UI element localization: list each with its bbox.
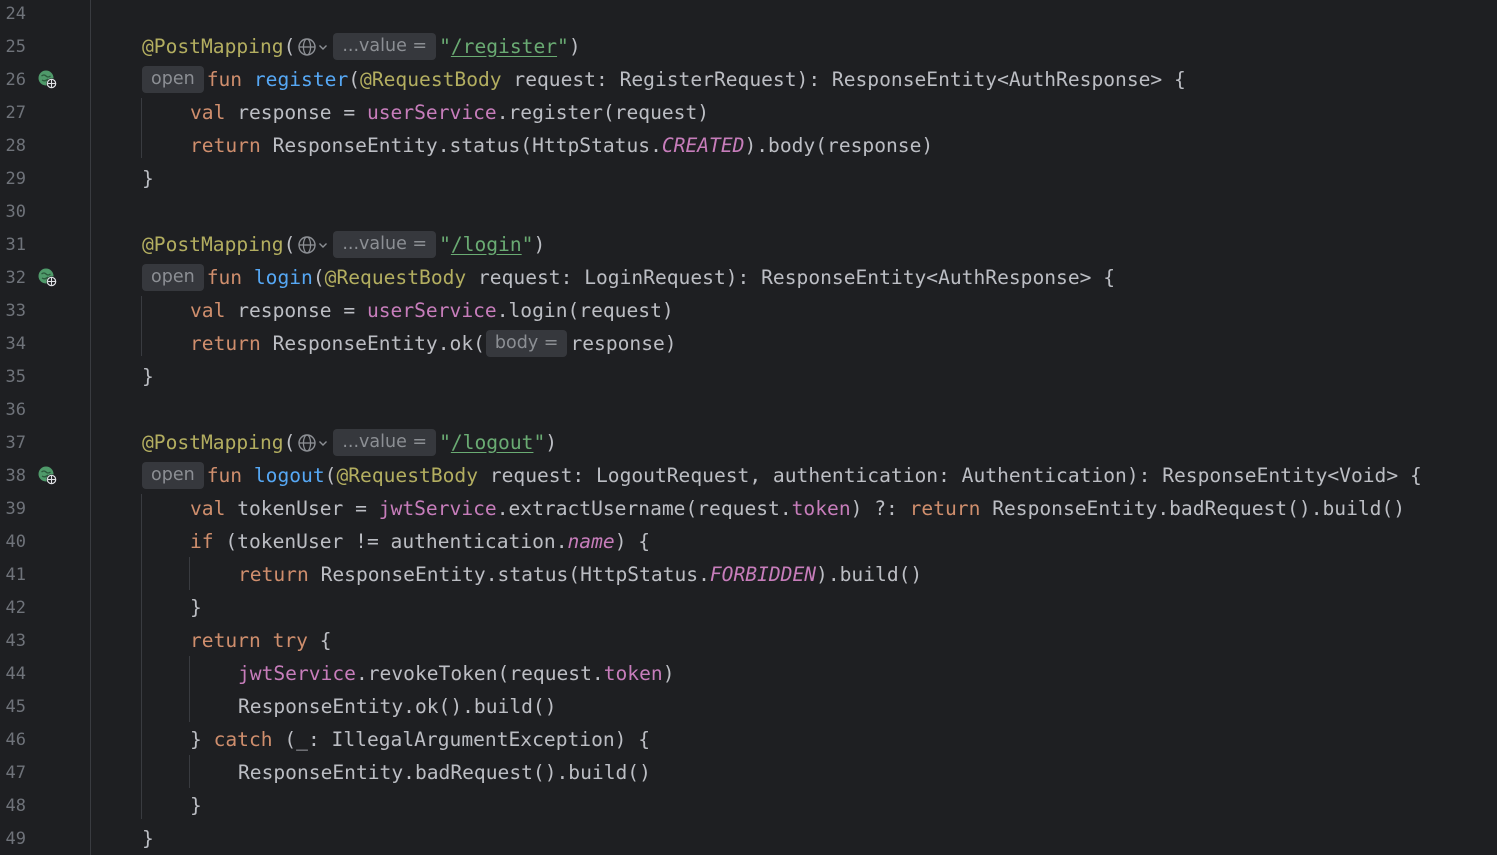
code-line[interactable]: 28 return ResponseEntity.status(HttpStat… bbox=[0, 129, 1497, 162]
endpoint-globe-icon[interactable] bbox=[36, 464, 58, 486]
code-line[interactable]: 41 return ResponseEntity.status(HttpStat… bbox=[0, 558, 1497, 591]
code-editor[interactable]: 24 25 @PostMapping(...value = "/register "… bbox=[0, 0, 1497, 855]
line-number: 49 bbox=[5, 828, 26, 849]
code-line[interactable]: 37 @PostMapping(...value = "/logout ") bbox=[0, 426, 1497, 459]
line-number: 32 bbox=[5, 267, 26, 288]
line-number: 26 bbox=[5, 69, 26, 90]
line-number: 28 bbox=[5, 135, 26, 156]
code-line[interactable]: 39 val tokenUser = jwtService .extractUse… bbox=[0, 492, 1497, 525]
code-line[interactable]: 47 ResponseEntity.badRequest().build() bbox=[0, 756, 1497, 789]
code-line[interactable]: 46 } catch (_: IllegalArgumentException)… bbox=[0, 723, 1497, 756]
line-number: 34 bbox=[5, 333, 26, 354]
line-number: 48 bbox=[5, 795, 26, 816]
line-number: 36 bbox=[5, 399, 26, 420]
line-number: 42 bbox=[5, 597, 26, 618]
line-number: 31 bbox=[5, 234, 26, 255]
code-line[interactable]: 30 bbox=[0, 195, 1497, 228]
modifier-hint: open bbox=[142, 66, 204, 93]
line-number: 38 bbox=[5, 465, 26, 486]
modifier-hint: open bbox=[142, 264, 204, 291]
string-quote: " bbox=[439, 35, 451, 58]
line-number: 35 bbox=[5, 366, 26, 387]
line-number: 46 bbox=[5, 729, 26, 750]
param-hint: ...value = bbox=[333, 33, 437, 60]
code-line[interactable]: 43 return try { bbox=[0, 624, 1497, 657]
function-name: logout bbox=[253, 464, 325, 487]
code-line[interactable]: 34 return ResponseEntity.ok(body = respon… bbox=[0, 327, 1497, 360]
line-number: 43 bbox=[5, 630, 26, 651]
code-line[interactable]: 26 open fun register(@RequestBody request… bbox=[0, 63, 1497, 96]
code-line[interactable]: 24 bbox=[0, 0, 1497, 30]
code-line[interactable]: 31 @PostMapping(...value = "/login ") bbox=[0, 228, 1497, 261]
code-line[interactable]: 29 } bbox=[0, 162, 1497, 195]
code-line[interactable]: 35 } bbox=[0, 360, 1497, 393]
line-number: 33 bbox=[5, 300, 26, 321]
code-line[interactable]: 45 ResponseEntity.ok().build() bbox=[0, 690, 1497, 723]
code-line[interactable]: 44 jwtService .revokeToken(request. token) bbox=[0, 657, 1497, 690]
line-number: 29 bbox=[5, 168, 26, 189]
function-name: login bbox=[253, 266, 313, 289]
code-line[interactable]: 49 } bbox=[0, 822, 1497, 855]
endpoint-globe-icon[interactable] bbox=[36, 68, 58, 90]
url-path-link[interactable]: /register bbox=[451, 35, 557, 58]
code-line[interactable]: 27 val response = userService .register(r… bbox=[0, 96, 1497, 129]
code-line[interactable]: 40 if (tokenUser != authentication. name)… bbox=[0, 525, 1497, 558]
code-line[interactable]: 48 } bbox=[0, 789, 1497, 822]
line-number: 25 bbox=[5, 36, 26, 57]
line-number: 40 bbox=[5, 531, 26, 552]
line-number: 37 bbox=[5, 432, 26, 453]
param-hint: ...value = bbox=[333, 231, 437, 258]
line-number: 47 bbox=[5, 762, 26, 783]
annotation: @PostMapping bbox=[142, 233, 284, 256]
url-path-link[interactable]: /login bbox=[451, 233, 522, 256]
code-line[interactable]: 42 } bbox=[0, 591, 1497, 624]
line-number: 39 bbox=[5, 498, 26, 519]
code-line[interactable]: 25 @PostMapping(...value = "/register ") bbox=[0, 30, 1497, 63]
code-line[interactable]: 38 open fun logout(@RequestBody request: … bbox=[0, 459, 1497, 492]
endpoint-globe-icon[interactable] bbox=[36, 266, 58, 288]
url-globe-icon[interactable] bbox=[297, 35, 328, 59]
line-number: 41 bbox=[5, 564, 26, 585]
line-number: 45 bbox=[5, 696, 26, 717]
param-hint: ...value = bbox=[333, 429, 437, 456]
code-line[interactable]: 36 bbox=[0, 393, 1497, 426]
line-number: 27 bbox=[5, 102, 26, 123]
line-number: 24 bbox=[5, 3, 26, 24]
line-number: 30 bbox=[5, 201, 26, 222]
code-line[interactable]: 32 open fun login(@RequestBody request: L… bbox=[0, 261, 1497, 294]
annotation: @PostMapping bbox=[142, 431, 284, 454]
url-globe-icon[interactable] bbox=[297, 233, 328, 257]
paren: ( bbox=[283, 35, 296, 58]
function-name: register bbox=[253, 68, 349, 91]
line-number: 44 bbox=[5, 663, 26, 684]
modifier-hint: open bbox=[142, 462, 204, 489]
url-globe-icon[interactable] bbox=[297, 431, 328, 455]
param-hint: body = bbox=[485, 330, 568, 357]
string-quote: " bbox=[557, 35, 569, 58]
url-path-link[interactable]: /logout bbox=[451, 431, 534, 454]
code-line[interactable]: 33 val response = userService .login(requ… bbox=[0, 294, 1497, 327]
annotation: @PostMapping bbox=[142, 35, 284, 58]
